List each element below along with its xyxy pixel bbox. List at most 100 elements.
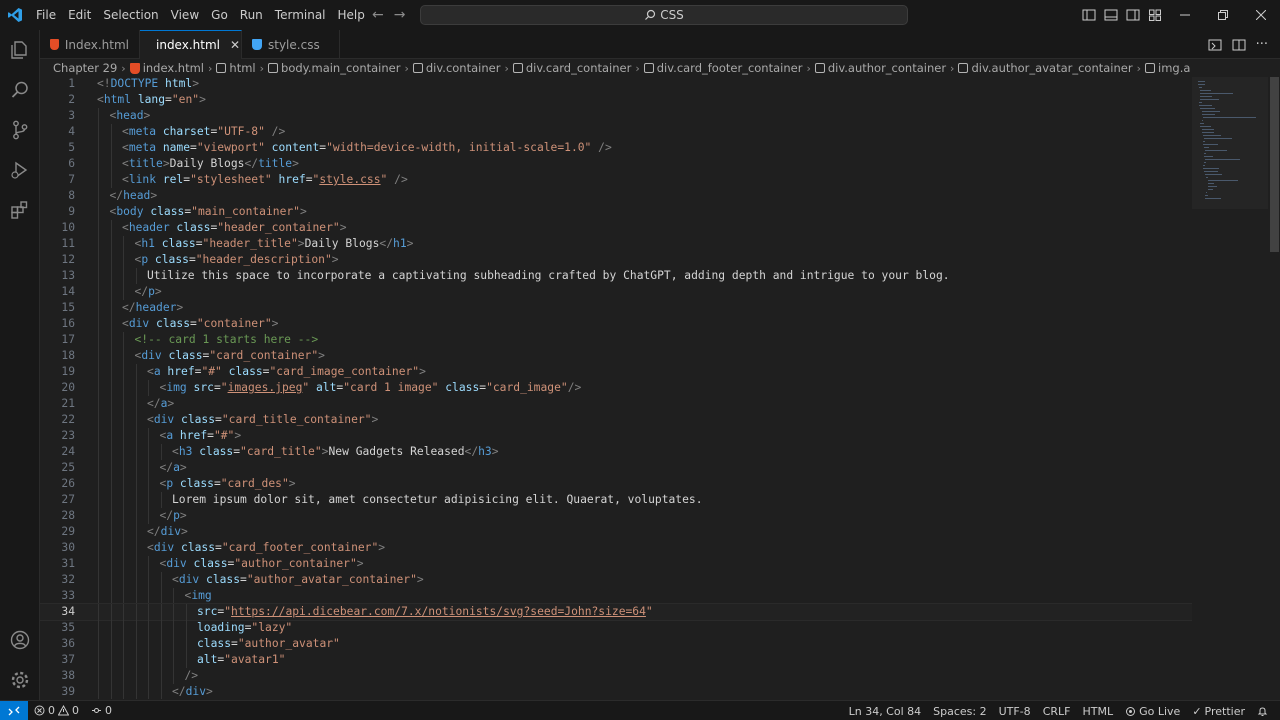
back-arrow-icon[interactable]: ← — [372, 7, 384, 23]
menu-item-go[interactable]: Go — [205, 0, 234, 30]
code-line[interactable]: 31 <div class="author_container"> — [40, 556, 1192, 572]
remote-indicator-icon[interactable] — [0, 700, 28, 720]
tab-style-css[interactable]: style.css — [242, 30, 340, 59]
code-line[interactable]: 3 <head> — [40, 108, 1192, 124]
customize-layout-icon[interactable] — [1148, 8, 1162, 22]
code-line[interactable]: 8 </head> — [40, 188, 1192, 204]
code-line[interactable]: 39 </div> — [40, 684, 1192, 699]
tab-index-html-1[interactable]: Index.html — [40, 30, 140, 59]
code-line[interactable]: 12 <p class="header_description"> — [40, 252, 1192, 268]
code-line[interactable]: 7 <link rel="stylesheet" href="style.css"… — [40, 172, 1192, 188]
accounts-icon[interactable] — [0, 620, 40, 660]
cursor-position[interactable]: Ln 34, Col 84 — [843, 705, 928, 718]
breadcrumb-item[interactable]: div.card_container — [512, 61, 631, 75]
search-icon[interactable] — [0, 70, 40, 110]
ports-indicator[interactable]: 0 — [85, 704, 118, 717]
code-line[interactable]: 19 <a href="#" class="card_image_containe… — [40, 364, 1192, 380]
code-line[interactable]: 20 <img src="images.jpeg" alt="card 1 ima… — [40, 380, 1192, 396]
menu-item-terminal[interactable]: Terminal — [269, 0, 332, 30]
tab-index-html-2[interactable]: index.html ✕ — [140, 30, 242, 59]
code-line[interactable]: 15 </header> — [40, 300, 1192, 316]
code-line[interactable]: 5 <meta name="viewport" content="width=de… — [40, 140, 1192, 156]
breadcrumb-item[interactable]: div.author_container — [814, 61, 946, 75]
code-line[interactable]: 6 <title>Daily Blogs</title> — [40, 156, 1192, 172]
menu-item-edit[interactable]: Edit — [62, 0, 97, 30]
problems-indicator[interactable]: 0 0 — [28, 704, 85, 717]
code-line[interactable]: 30 <div class="card_footer_container"> — [40, 540, 1192, 556]
code-line[interactable]: 25 </a> — [40, 460, 1192, 476]
code-line[interactable]: 1 <!DOCTYPE html> — [40, 77, 1192, 92]
menu-item-help[interactable]: Help — [332, 0, 371, 30]
code-line[interactable]: 36 class="author_avatar" — [40, 636, 1192, 652]
restore-icon[interactable] — [1204, 0, 1242, 30]
code-line[interactable]: 14 </p> — [40, 284, 1192, 300]
code-token: < — [172, 445, 179, 458]
breadcrumb-item[interactable]: index.html — [129, 61, 204, 75]
close-icon[interactable]: ✕ — [230, 38, 240, 52]
more-actions-icon[interactable]: ··· — [1256, 37, 1268, 52]
code-line[interactable]: 32 <div class="author_avatar_container"> — [40, 572, 1192, 588]
language-mode[interactable]: HTML — [1076, 705, 1119, 718]
toggle-secondary-sidebar-icon[interactable] — [1126, 8, 1140, 22]
code-line[interactable]: 10 <header class="header_container"> — [40, 220, 1192, 236]
prettier-button[interactable]: ✓ Prettier — [1186, 705, 1251, 718]
code-line[interactable]: 24 <h3 class="card_title">New Gadgets Rel… — [40, 444, 1192, 460]
code-line[interactable]: 13 Utilize this space to incorporate a ca… — [40, 268, 1192, 284]
line-number: 24 — [61, 445, 75, 458]
code-line[interactable]: 2 <html lang="en"> — [40, 92, 1192, 108]
code-line[interactable]: 18 <div class="card_container"> — [40, 348, 1192, 364]
menu-item-view[interactable]: View — [165, 0, 205, 30]
breadcrumb-item[interactable]: Chapter 29 — [53, 61, 117, 75]
code-line[interactable]: 9 <body class="main_container"> — [40, 204, 1192, 220]
source-control-icon[interactable] — [0, 110, 40, 150]
vertical-scrollbar[interactable] — [1268, 77, 1280, 699]
code-line[interactable]: 33 <img — [40, 588, 1192, 604]
code-line[interactable]: 37 alt="avatar1" — [40, 652, 1192, 668]
go-live-button[interactable]: Go Live — [1119, 705, 1186, 718]
code-line[interactable]: 21 </a> — [40, 396, 1192, 412]
code-line[interactable]: 38 /> — [40, 668, 1192, 684]
code-line[interactable]: 4 <meta charset="UTF-8" /> — [40, 124, 1192, 140]
code-line[interactable]: 26 <p class="card_des"> — [40, 476, 1192, 492]
close-window-icon[interactable] — [1242, 0, 1280, 30]
menu-item-run[interactable]: Run — [234, 0, 269, 30]
run-debug-icon[interactable] — [0, 150, 40, 190]
breadcrumb-item[interactable]: img.author_avatar — [1145, 61, 1190, 75]
code-line[interactable]: 29 </div> — [40, 524, 1192, 540]
indent-guide — [173, 636, 174, 652]
extensions-icon[interactable] — [0, 190, 40, 230]
open-preview-icon[interactable] — [1208, 38, 1222, 52]
toggle-panel-icon[interactable] — [1104, 8, 1118, 22]
code-line[interactable]: 35 loading="lazy" — [40, 620, 1192, 636]
breadcrumb-item[interactable]: html — [216, 61, 256, 75]
explorer-icon[interactable] — [0, 30, 40, 70]
code-line[interactable]: 28 </p> — [40, 508, 1192, 524]
forward-arrow-icon[interactable]: → — [394, 7, 406, 23]
indent-guide — [98, 492, 99, 508]
code-line[interactable]: 22 <div class="card_title_container"> — [40, 412, 1192, 428]
command-center-search[interactable]: CSS — [420, 5, 908, 25]
scrollbar-thumb[interactable] — [1270, 77, 1279, 252]
code-line[interactable]: 27 Lorem ipsum dolor sit, amet consectetu… — [40, 492, 1192, 508]
encoding[interactable]: UTF-8 — [993, 705, 1037, 718]
breadcrumb-item[interactable]: div.author_avatar_container — [958, 61, 1133, 75]
minimap[interactable] — [1192, 77, 1268, 699]
code-editor[interactable]: 1 <!DOCTYPE html> 2 <html lang="en"> 3 <head>… — [40, 77, 1192, 699]
minimize-icon[interactable] — [1166, 0, 1204, 30]
code-line[interactable]: 16 <div class="container"> — [40, 316, 1192, 332]
end-of-line[interactable]: CRLF — [1037, 705, 1077, 718]
code-line[interactable]: 17 <!-- card 1 starts here --> — [40, 332, 1192, 348]
indentation[interactable]: Spaces: 2 — [927, 705, 992, 718]
breadcrumb-item[interactable]: body.main_container — [268, 61, 400, 75]
menu-item-file[interactable]: File — [30, 0, 62, 30]
code-line[interactable]: 11 <h1 class="header_title">Daily Blogs</… — [40, 236, 1192, 252]
code-line[interactable]: 34 src="https://api.dicebear.com/7.x/noti… — [40, 603, 1192, 621]
toggle-primary-sidebar-icon[interactable] — [1082, 8, 1096, 22]
breadcrumb-item[interactable]: div.container — [412, 61, 500, 75]
notifications-bell-icon[interactable] — [1251, 706, 1274, 717]
split-editor-icon[interactable] — [1232, 38, 1246, 52]
breadcrumb-item[interactable]: div.card_footer_container — [643, 61, 802, 75]
menu-item-selection[interactable]: Selection — [97, 0, 164, 30]
code-line[interactable]: 23 <a href="#"> — [40, 428, 1192, 444]
settings-gear-icon[interactable] — [0, 660, 40, 700]
